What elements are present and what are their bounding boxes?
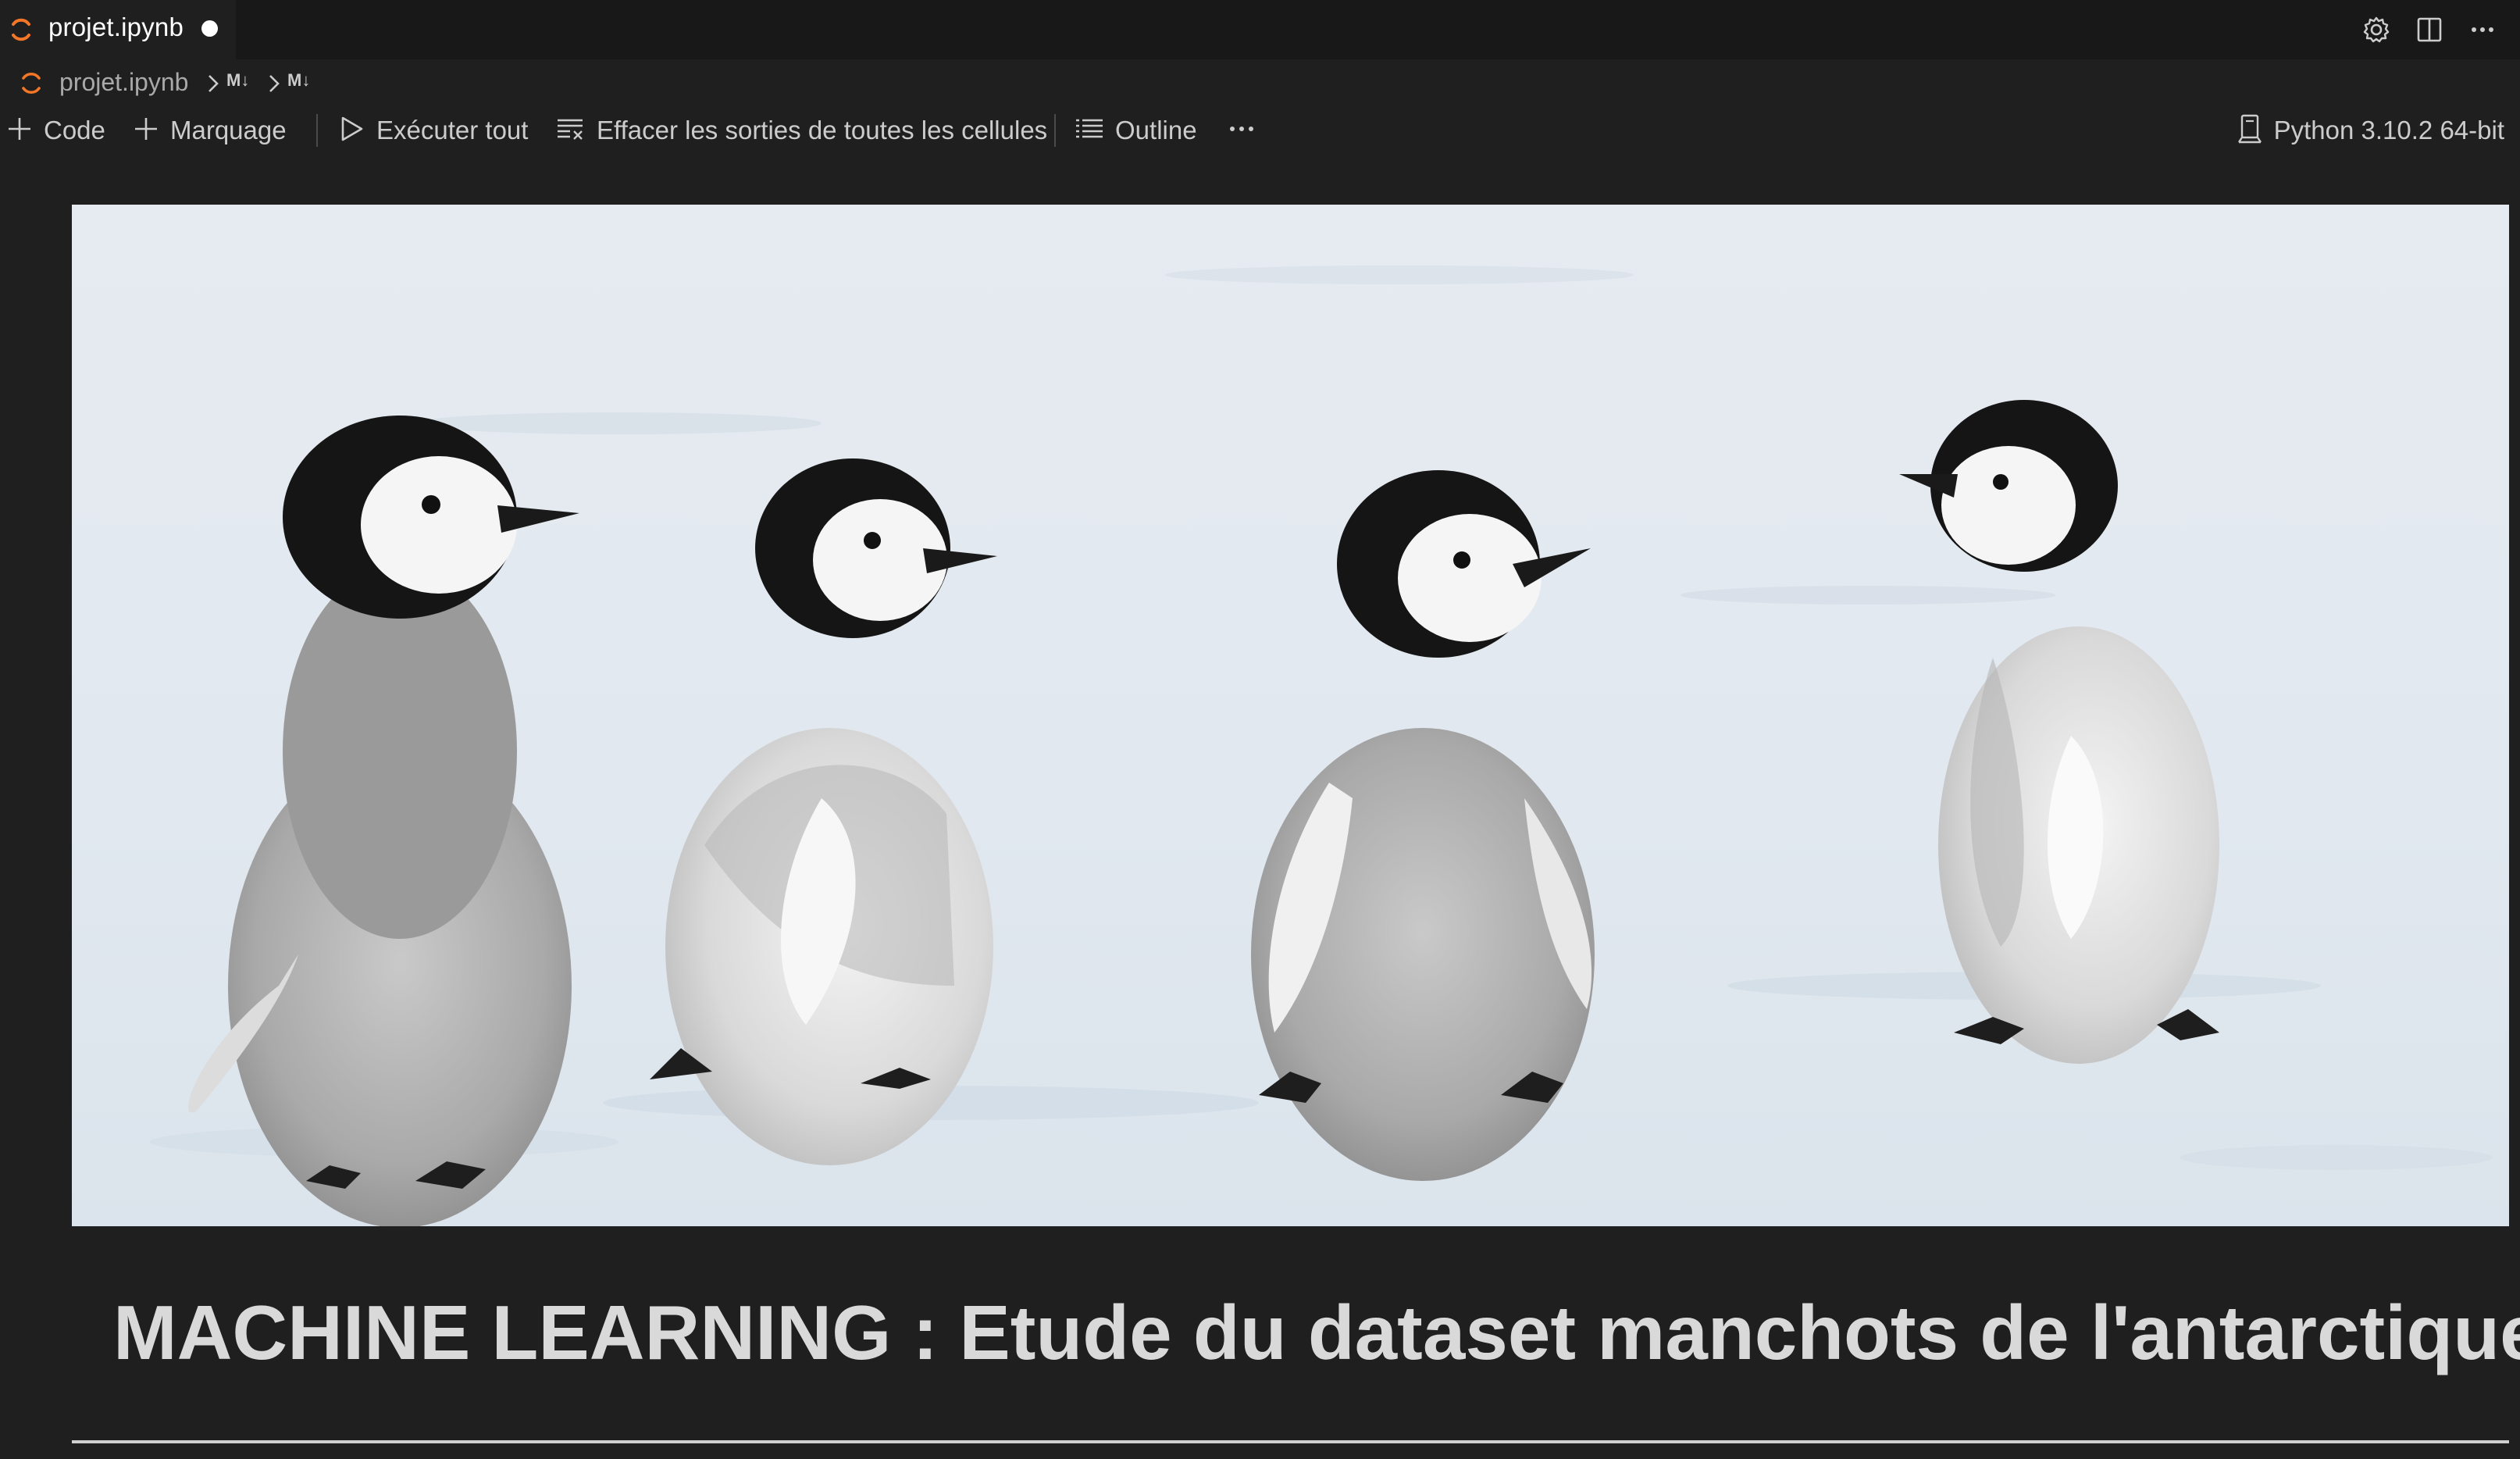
run-all-button[interactable]: Exécuter tout (337, 106, 528, 155)
add-markdown-label: Marquage (170, 116, 287, 144)
jupyter-icon (8, 16, 34, 44)
gear-icon[interactable] (2358, 11, 2395, 48)
notebook-title-heading: MACHINE LEARNING : Etude du dataset manc… (113, 1290, 2520, 1375)
kernel-server-icon (2237, 113, 2263, 148)
jupyter-icon (19, 69, 44, 97)
breadcrumb-markdown-item[interactable]: M↓ (287, 70, 310, 91)
more-toolbar-actions-button[interactable] (1228, 106, 1256, 155)
clear-outputs-icon (556, 116, 586, 146)
notebook-editor: projet.ipynb projet.ipynb M↓ M↓ Code Mar… (0, 0, 2520, 1459)
chevron-right-icon (266, 72, 283, 95)
plus-icon (6, 116, 33, 146)
add-code-label: Code (44, 116, 105, 144)
play-icon (337, 115, 365, 147)
editor-actions (2358, 11, 2501, 48)
chevron-right-icon (205, 72, 222, 95)
notebook-toolbar: Code Marquage Exécuter tout Effacer les … (0, 106, 2520, 155)
split-editor-icon[interactable] (2411, 11, 2448, 48)
outline-button[interactable]: Outline (1075, 106, 1197, 155)
toolbar-divider (1054, 114, 1056, 147)
add-code-cell-button[interactable]: Code (6, 106, 105, 155)
toolbar-divider (316, 114, 318, 147)
unsaved-dot-icon[interactable] (201, 20, 218, 37)
ellipsis-icon (1228, 121, 1256, 141)
kernel-picker[interactable]: Python 3.10.2 64-bit (2237, 106, 2504, 155)
outline-label: Outline (1115, 116, 1197, 144)
add-markdown-cell-button[interactable]: Marquage (133, 106, 287, 155)
editor-tab-bar: projet.ipynb (0, 0, 2520, 59)
breadcrumb-file[interactable]: projet.ipynb (59, 68, 188, 97)
tab-projet-ipynb[interactable]: projet.ipynb (0, 0, 236, 59)
run-all-label: Exécuter tout (376, 116, 529, 144)
heading-rule (72, 1440, 2509, 1443)
clear-all-outputs-button[interactable]: Effacer les sorties de toutes les cellul… (556, 106, 1047, 155)
kernel-label: Python 3.10.2 64-bit (2273, 116, 2504, 144)
breadcrumb-markdown-item[interactable]: M↓ (226, 70, 249, 91)
plus-icon (133, 116, 159, 146)
more-actions-icon[interactable] (2464, 11, 2501, 48)
clear-all-outputs-label: Effacer les sorties de toutes les cellul… (597, 116, 1048, 144)
list-icon (1075, 116, 1104, 146)
breadcrumb: projet.ipynb M↓ M↓ (0, 62, 2520, 105)
penguin-chicks-image (72, 205, 2509, 1226)
tab-title: projet.ipynb (48, 12, 184, 41)
